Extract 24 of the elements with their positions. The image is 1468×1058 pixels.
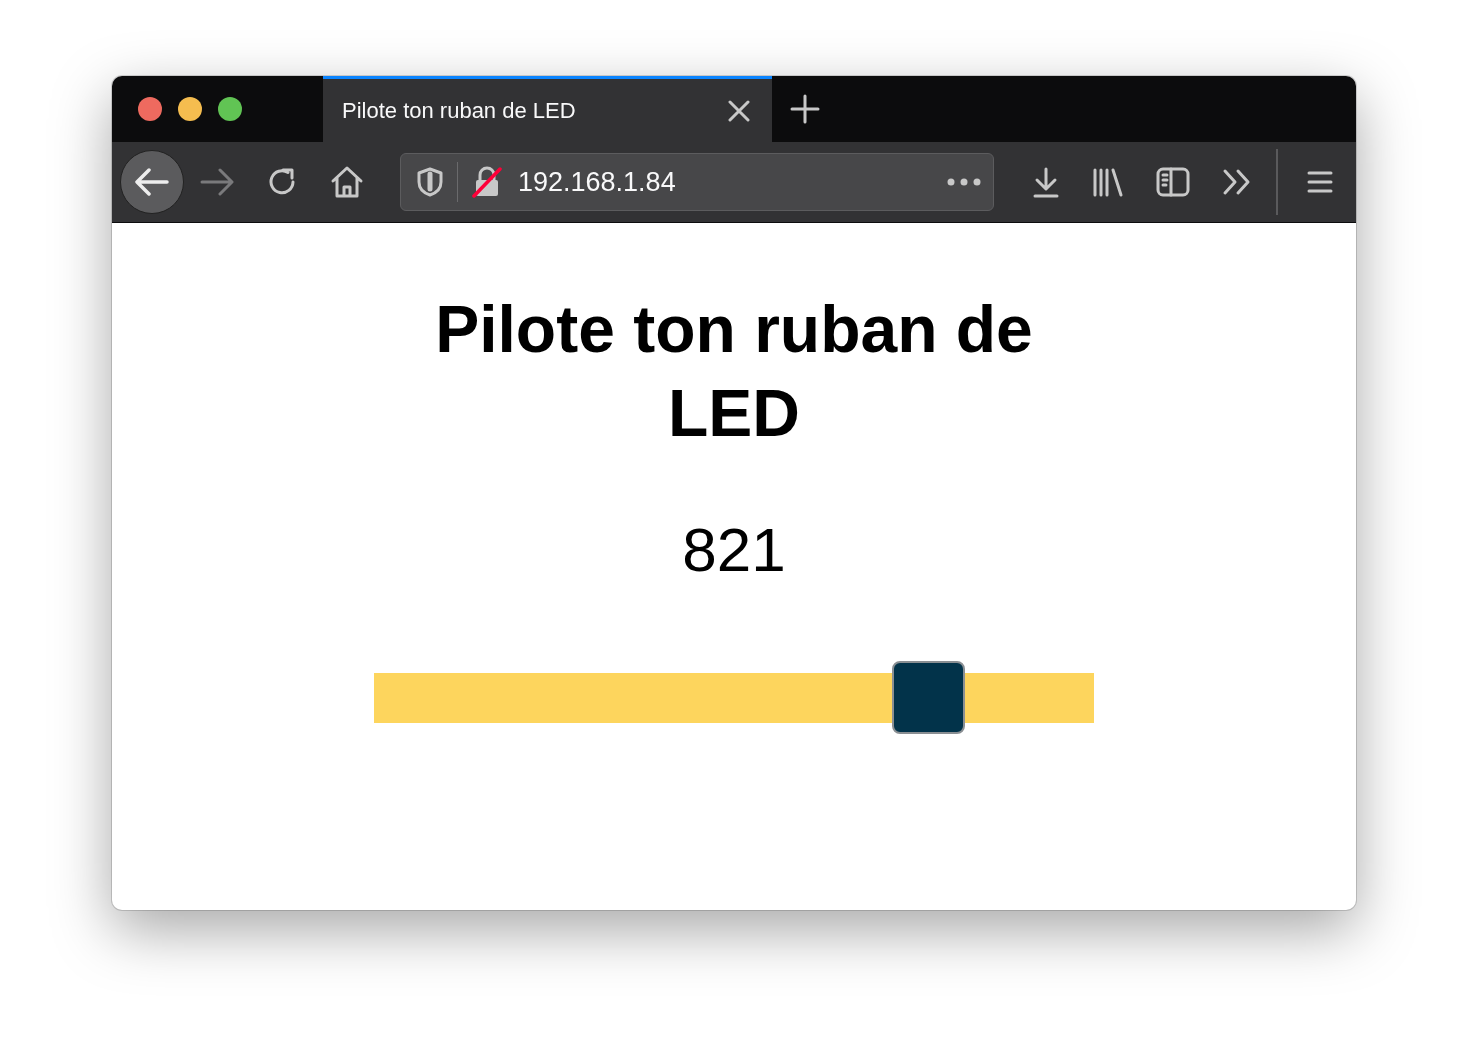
slider-value: 821 [682,515,786,585]
insecure-lock-icon[interactable] [472,166,502,198]
chevrons-icon[interactable] [1222,168,1252,196]
minimize-window-button[interactable] [178,97,202,121]
page-heading: Pilote ton ruban de LED [434,291,1034,452]
tab-title: Pilote ton ruban de LED [342,97,576,124]
download-icon[interactable] [1032,166,1060,198]
close-icon[interactable] [728,99,750,122]
library-icon[interactable] [1092,167,1124,197]
slider-thumb[interactable] [891,661,965,734]
plus-icon[interactable] [790,94,820,124]
forward-arrow-icon[interactable] [200,168,234,196]
url-text: 192.168.1.84 [518,166,677,198]
menu-icon[interactable] [1306,169,1334,195]
zoom-window-button[interactable] [218,97,242,121]
browser-tab[interactable]: Pilote ton ruban de LED [323,76,772,142]
close-window-button[interactable] [138,97,162,121]
back-arrow-icon [135,168,169,196]
more-icon[interactable] [947,178,981,186]
sidebar-icon[interactable] [1156,167,1190,197]
shield-icon [417,167,443,197]
slider-track[interactable] [374,672,1094,723]
address-bar[interactable]: 192.168.1.84 [400,153,994,211]
home-icon[interactable] [330,165,364,199]
